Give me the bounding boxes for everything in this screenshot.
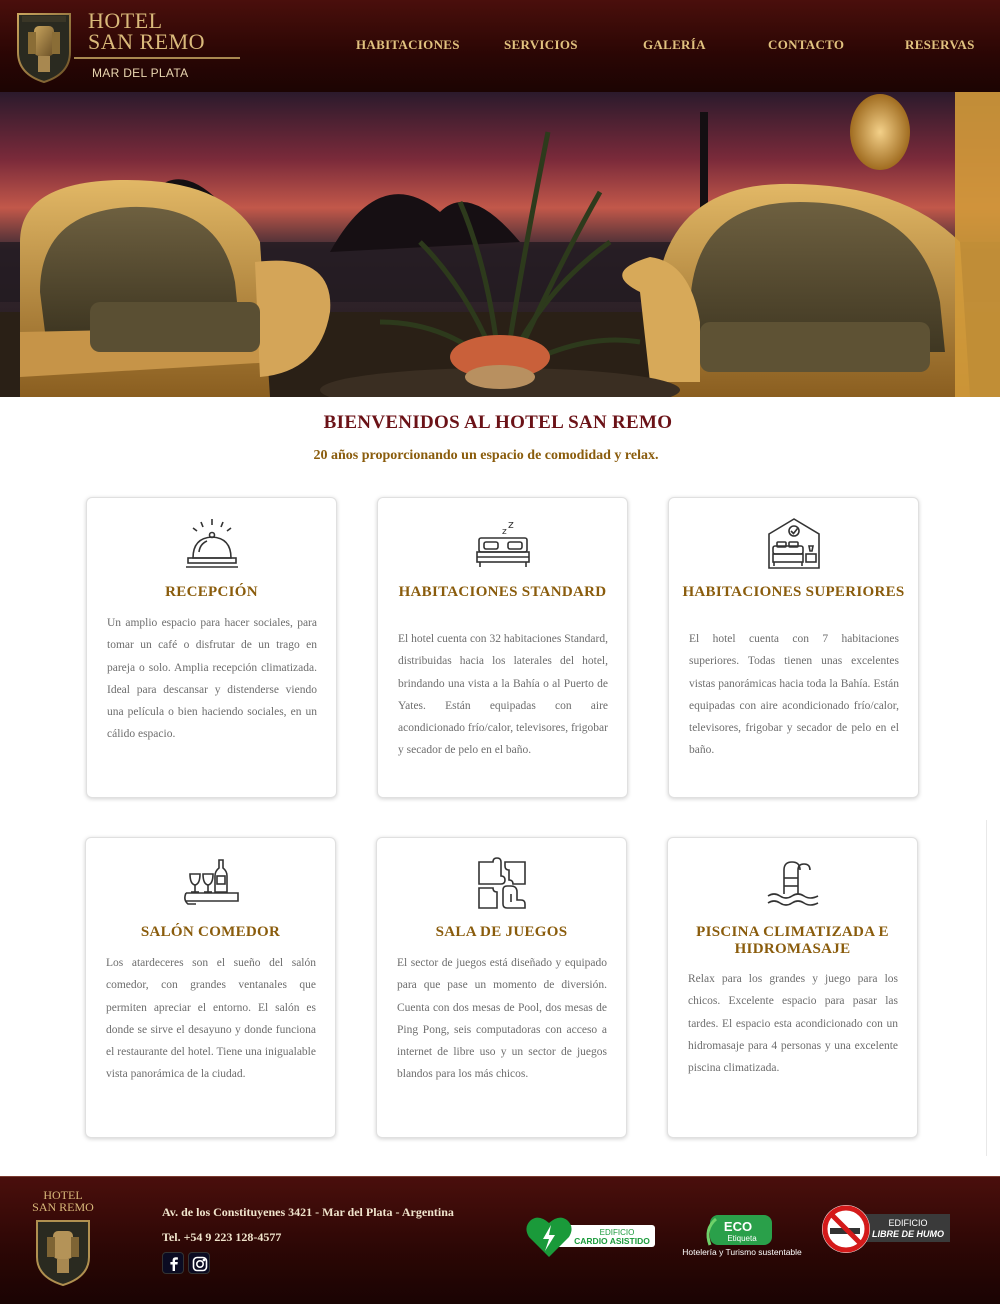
puzzle-icon [478,857,526,909]
smoke-badge-line2: LIBRE DE HUMO [872,1229,944,1239]
nav-servicios[interactable]: SERVICIOS [504,37,578,53]
pool-ladder-icon [767,861,819,906]
service-card-salon-comedor: SALÓN COMEDOR Los atardeceres son el sue… [85,837,336,1138]
nav-reservas[interactable]: RESERVAS [905,37,975,53]
hotel-logo[interactable] [14,6,74,84]
brand-divider [74,57,240,59]
bedroom-check-icon [768,518,820,569]
eco-badge-sub: Etiqueta [727,1234,757,1243]
service-card-habitaciones-standard: z z HABITACIONES STANDARD El hotel cuent… [377,497,628,798]
card-title: SALA DE JUEGOS [435,924,568,940]
eco-badge-caption: Hotelería y Turismo sustentable [682,1247,802,1257]
instagram-icon[interactable] [188,1252,210,1274]
brand-name[interactable]: HOTEL SAN REMO [88,8,206,54]
page-scroll-divider [986,820,987,1156]
footer-brand: HOTEL SAN REMO [28,1189,98,1213]
sleeping-bed-icon: z z [476,518,530,567]
site-footer: HOTEL SAN REMO Av. de los Constituyenes … [0,1176,1000,1304]
card-title: RECEPCIÓN [165,584,258,600]
footer-logo[interactable] [34,1217,92,1287]
card-description: El hotel cuenta con 32 habitaciones Stan… [398,633,608,757]
card-description: Relax para los grandes y juego para los … [688,973,898,1075]
reception-bell-icon [186,519,238,568]
card-description: El sector de juegos está diseñado y equi… [397,957,607,1081]
welcome-subtitle: 20 años proporcionando un espacio de com… [313,448,659,463]
nav-galeria[interactable]: GALERÍA [643,37,706,53]
service-card-sala-de-juegos: SALA DE JUEGOS El sector de juegos está … [376,837,627,1138]
card-title: SALÓN COMEDOR [140,924,281,940]
service-card-recepcion: RECEPCIÓN Un amplio espacio para hacer s… [86,497,337,798]
card-description: Un amplio espacio para hacer sociales, p… [107,617,317,741]
eco-badge-label: ECO [724,1219,752,1234]
card-title: HABITACIONES SUPERIORES [682,584,905,600]
card-title: HABITACIONES STANDARD [398,584,607,600]
brand-line-2: SAN REMO [88,29,206,54]
site-header: HOTEL SAN REMO MAR DEL PLATA HABITACIONE… [0,0,1000,92]
facebook-icon[interactable] [162,1252,184,1274]
service-card-piscina: PISCINA CLIMATIZADA E HIDROMASAJE Relax … [667,837,918,1138]
service-card-habitaciones-superiores: HABITACIONES SUPERIORES El hotel cuenta … [668,497,919,798]
footer-brand-line-2: SAN REMO [32,1200,94,1214]
card-title: PISCINA CLIMATIZADA E HIDROMASAJE [696,924,889,957]
smoke-badge-line1: EDIFICIO [888,1218,927,1228]
svg-text:z: z [508,518,514,531]
libre-de-humo-badge[interactable]: EDIFICIO LIBRE DE HUMO [820,1203,952,1255]
footer-phone[interactable]: Tel. +54 9 223 128-4577 [162,1230,281,1245]
card-description: El hotel cuenta con 7 habitaciones super… [689,633,899,757]
hero-image [0,92,1000,397]
card-description: Los atardeceres son el sueño del salón c… [106,957,316,1081]
brand-location: MAR DEL PLATA [92,66,189,80]
nav-contacto[interactable]: CONTACTO [768,37,844,53]
brand-line-1: HOTEL [88,8,163,33]
footer-address: Av. de los Constituyenes 3421 - Mar del … [162,1205,454,1219]
dining-tray-icon [184,859,239,905]
svg-text:z: z [502,527,507,537]
nav-habitaciones[interactable]: HABITACIONES [356,37,460,53]
cardio-asistido-badge[interactable]: EDIFICIO CARDIO ASISTIDO [525,1213,657,1259]
welcome-title: BIENVENIDOS AL HOTEL SAN REMO [323,412,673,433]
eco-etiqueta-badge[interactable]: ECO Etiqueta Hotelería y Turismo sustent… [676,1215,808,1261]
cardio-badge-line2: CARDIO ASISTIDO [574,1236,650,1246]
